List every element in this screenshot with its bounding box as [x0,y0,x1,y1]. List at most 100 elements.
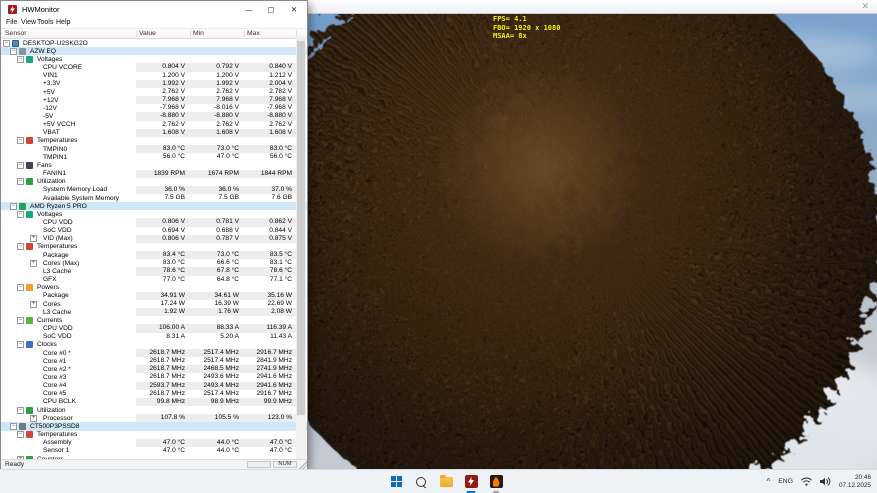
column-header[interactable]: Sensor Value Min Max [1,29,307,39]
expander-icon[interactable]: + [30,301,37,308]
sensor-row[interactable]: Assembly 47.0 °C 44.0 °C 47.0 °C [1,439,307,447]
sensor-row[interactable]: CPU BCLK 99.8 MHz 98.9 MHz 99.9 MHz [1,398,307,406]
sensor-row[interactable]: +12V 7.968 V 7.968 V 7.968 V [1,96,307,104]
sensor-row[interactable]: GFX 77.0 °C 64.8 °C 77.1 °C [1,276,307,284]
column-value[interactable]: Value [139,29,156,38]
sensor-row[interactable]: − AMD Ryzen 5 PRO [1,202,307,210]
sensor-row[interactable]: +5V 2.762 V 2.762 V 2.782 V [1,88,307,96]
menu-tools[interactable]: Tools [37,18,53,28]
sensor-row[interactable]: − Temperatures [1,137,307,145]
expander-icon[interactable]: + [30,260,37,267]
hwmonitor-titlebar[interactable]: HWMonitor — ▢ ✕ [1,1,307,18]
sensor-row[interactable]: TMPIN1 56.0 °C 47.0 °C 56.0 °C [1,153,307,161]
sensor-row[interactable]: +3.3V 1.992 V 1.992 V 2.004 V [1,80,307,88]
sensor-row[interactable]: Core #1 2618.7 MHz 2517.4 MHz 2841.9 MHz [1,357,307,365]
menu-view[interactable]: View [21,18,36,28]
sensor-row[interactable]: − Temperatures [1,243,307,251]
column-max[interactable]: Max [247,29,260,38]
sensor-row[interactable]: Core #3 2618.7 MHz 2493.6 MHz 2941.6 MHz [1,373,307,381]
column-sensor[interactable]: Sensor [5,29,27,38]
sensor-row[interactable]: System Memory Load 36.0 % 36.0 % 37.0 % [1,186,307,194]
sensor-row[interactable]: − Clocks [1,341,307,349]
expander-icon[interactable]: − [17,284,24,291]
expander-icon[interactable]: − [17,341,24,348]
expander-icon[interactable]: − [17,317,24,324]
expander-icon[interactable]: − [3,40,10,47]
sensor-row[interactable]: -12V -7.968 V -8.016 V -7.968 V [1,104,307,112]
expander-icon[interactable]: − [17,211,24,218]
expander-icon[interactable]: − [17,162,24,169]
sensor-row[interactable]: − Temperatures [1,431,307,439]
minimize-button[interactable]: — [239,1,259,18]
sensor-row[interactable]: − Utilization [1,406,307,414]
expander-icon[interactable]: − [17,431,24,438]
scrollbar-thumb[interactable] [297,41,305,415]
taskbar-clock[interactable]: 20:46 07.12.2025 [839,474,871,489]
hwmonitor-taskbar-button[interactable] [463,474,479,490]
expander-icon[interactable]: − [17,56,24,63]
expander-icon[interactable]: − [17,407,24,414]
vertical-scrollbar[interactable] [296,37,306,462]
mainboard-icon [19,48,26,55]
resize-grip[interactable] [299,461,307,469]
sensor-row[interactable]: − Powers [1,284,307,292]
sensor-row[interactable]: +5V VCCH 2.762 V 2.762 V 2.762 V [1,121,307,129]
flame-icon [490,475,503,488]
expander-icon[interactable]: − [10,423,17,430]
expander-icon[interactable]: + [30,415,37,422]
sensor-row[interactable]: CPU VDD 106.00 A 88.33 A 116.39 A [1,324,307,332]
sensor-row[interactable]: − DESKTOP-U2SKG2O [1,39,307,47]
expander-icon[interactable]: − [10,203,17,210]
sensor-row[interactable]: CPU VCORE 0.804 V 0.792 V 0.840 V [1,63,307,71]
expander-icon[interactable]: − [17,137,24,144]
search-button[interactable] [413,474,429,490]
sensor-row[interactable]: + Cores (Max) 83.0 °C 66.6 °C 83.1 °C [1,259,307,267]
sensor-row[interactable]: Package 34.91 W 34.61 W 35.16 W [1,292,307,300]
sensor-max: 0.875 V [244,235,297,243]
sensor-row[interactable]: − Voltages [1,210,307,218]
sensor-row[interactable]: − AZW EQ [1,47,307,55]
sensor-row[interactable]: CPU VDD 0.806 V 0.781 V 0.862 V [1,218,307,226]
wifi-icon[interactable] [801,477,812,486]
sensor-row[interactable]: VBAT 1.608 V 1.608 V 1.608 V [1,129,307,137]
close-button[interactable]: ✕ [284,1,304,18]
expander-icon[interactable]: − [17,178,24,185]
menu-help[interactable]: Help [56,18,70,28]
file-explorer-button[interactable] [438,474,454,490]
sensor-row[interactable]: − Fans [1,161,307,169]
sensor-row[interactable]: Sensor 1 47.0 °C 44.0 °C 47.0 °C [1,447,307,455]
sensor-row[interactable]: + Cores 17.24 W 16.39 W 22.69 W [1,300,307,308]
sensor-row[interactable]: SoC VDD 0.694 V 0.688 V 0.844 V [1,227,307,235]
sensor-row[interactable]: + Processor 107.8 % 105.5 % 123.0 % [1,414,307,422]
expander-icon[interactable]: − [17,243,24,250]
sensor-row[interactable]: Core #5 2618.7 MHz 2517.4 MHz 2916.7 MHz [1,390,307,398]
menu-file[interactable]: File [6,18,17,28]
speaker-icon[interactable] [820,477,831,486]
expander-icon[interactable]: − [10,48,17,55]
sensor-row[interactable]: − Utilization [1,178,307,186]
furmark-taskbar-button[interactable] [488,474,504,490]
sensor-row[interactable]: Core #0 * 2618.7 MHz 2517.4 MHz 2916.7 M… [1,349,307,357]
language-indicator[interactable]: ENG [778,478,793,485]
maximize-button[interactable]: ▢ [261,1,281,18]
sensor-row[interactable]: FANIN1 1839 RPM 1674 RPM 1844 RPM [1,170,307,178]
sensor-row[interactable]: Core #2 * 2618.7 MHz 2468.5 MHz 2741.9 M… [1,365,307,373]
sensor-row[interactable]: -5V -8.880 V -8.880 V -8.880 V [1,112,307,120]
sensor-row[interactable]: Core #4 2593.7 MHz 2493.4 MHz 2941.6 MHz [1,382,307,390]
sensor-row[interactable]: − Voltages [1,55,307,63]
sensor-row[interactable]: − CT500P3PSSD8 [1,422,307,430]
start-button[interactable] [388,474,404,490]
sensor-row[interactable]: Package 83.4 °C 73.0 °C 83.5 °C [1,251,307,259]
sensor-row[interactable]: L3 Cache 1.92 W 1.76 W 2.08 W [1,308,307,316]
sensor-row[interactable]: + VID (Max) 0.806 V 0.787 V 0.875 V [1,235,307,243]
close-icon[interactable]: ✕ [861,1,869,12]
expander-icon[interactable]: + [30,235,37,242]
sensor-row[interactable]: TMPIN0 83.0 °C 73.0 °C 83.0 °C [1,145,307,153]
sensor-row[interactable]: SoC VDD 8.31 A 5.20 A 11.43 A [1,333,307,341]
column-min[interactable]: Min [193,29,204,38]
sensor-row[interactable]: − Currents [1,316,307,324]
tray-chevron-icon[interactable]: ^ [767,477,771,486]
sensor-row[interactable]: Available System Memory 7.5 GB 7.5 GB 7.… [1,194,307,202]
sensor-row[interactable]: L3 Cache 78.6 °C 67.8 °C 78.6 °C [1,267,307,275]
sensor-row[interactable]: VIN1 1.200 V 1.200 V 1.212 V [1,72,307,80]
